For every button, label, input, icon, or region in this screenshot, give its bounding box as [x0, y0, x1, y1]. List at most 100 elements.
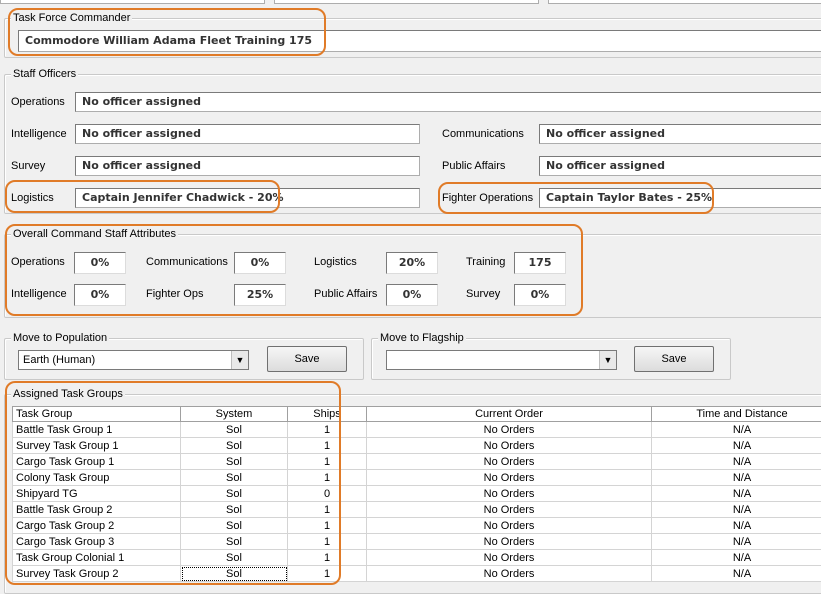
col-header-system[interactable]: System: [181, 407, 288, 422]
staff-fighter-ops-label: Fighter Operations: [442, 191, 533, 205]
attr-communications-label: Communications: [146, 255, 228, 269]
table-row[interactable]: Shipyard TGSol0No OrdersN/A: [13, 486, 821, 502]
flagship-select[interactable]: ▼: [386, 350, 617, 370]
attr-training-value: 175: [514, 252, 566, 274]
staff-communications-field[interactable]: No officer assigned: [539, 124, 821, 144]
top-partial-field-2: [274, 0, 539, 4]
cell-system: Sol: [181, 454, 288, 470]
staff-officers-title: Staff Officers: [11, 67, 78, 81]
cell-system: Sol: [181, 470, 288, 486]
staff-survey-field[interactable]: No officer assigned: [75, 156, 420, 176]
chevron-down-icon[interactable]: ▼: [599, 351, 616, 369]
cell-ships: 1: [288, 502, 367, 518]
attr-fighter-ops-label: Fighter Ops: [146, 287, 203, 301]
commander-group-title: Task Force Commander: [11, 11, 132, 25]
col-header-ships[interactable]: Ships: [288, 407, 367, 422]
task-groups-table[interactable]: Task Group System Ships Current Order Ti…: [12, 406, 821, 582]
cell-current-order: No Orders: [367, 454, 652, 470]
cell-task-group: Task Group Colonial 1: [13, 550, 181, 566]
population-select-value: Earth (Human): [23, 354, 95, 366]
table-row[interactable]: Cargo Task Group 2Sol1No OrdersN/A: [13, 518, 821, 534]
chevron-down-icon[interactable]: ▼: [231, 351, 248, 369]
attr-operations-value: 0%: [74, 252, 126, 274]
population-select[interactable]: Earth (Human) ▼: [18, 350, 249, 370]
attr-public-affairs-label: Public Affairs: [314, 287, 377, 301]
cell-time-distance: N/A: [652, 518, 821, 534]
staff-operations-label: Operations: [11, 95, 65, 109]
table-row[interactable]: Colony Task GroupSol1No OrdersN/A: [13, 470, 821, 486]
cell-ships: 1: [288, 534, 367, 550]
top-partial-field-3: [548, 0, 821, 4]
cell-system: Sol: [181, 534, 288, 550]
cell-system: Sol: [181, 566, 288, 582]
table-row[interactable]: Cargo Task Group 1Sol1No OrdersN/A: [13, 454, 821, 470]
staff-survey-label: Survey: [11, 159, 45, 173]
cell-task-group: Cargo Task Group 2: [13, 518, 181, 534]
cell-current-order: No Orders: [367, 422, 652, 438]
attr-training-label: Training: [466, 255, 505, 269]
cell-time-distance: N/A: [652, 454, 821, 470]
table-row[interactable]: Survey Task Group 1Sol1No OrdersN/A: [13, 438, 821, 454]
table-row[interactable]: Cargo Task Group 3Sol1No OrdersN/A: [13, 534, 821, 550]
move-flagship-title: Move to Flagship: [378, 331, 466, 345]
cell-task-group: Survey Task Group 1: [13, 438, 181, 454]
cell-system: Sol: [181, 502, 288, 518]
attr-logistics-label: Logistics: [314, 255, 357, 269]
cell-current-order: No Orders: [367, 534, 652, 550]
staff-intelligence-field[interactable]: No officer assigned: [75, 124, 420, 144]
cell-task-group: Battle Task Group 2: [13, 502, 181, 518]
commander-field[interactable]: Commodore William Adama Fleet Training 1…: [18, 30, 821, 52]
cell-ships: 1: [288, 438, 367, 454]
cell-time-distance: N/A: [652, 550, 821, 566]
cell-task-group: Survey Task Group 2: [13, 566, 181, 582]
col-header-time-distance[interactable]: Time and Distance: [652, 407, 821, 422]
staff-public-affairs-field[interactable]: No officer assigned: [539, 156, 821, 176]
cell-ships: 1: [288, 550, 367, 566]
col-header-task-group[interactable]: Task Group: [13, 407, 181, 422]
cell-time-distance: N/A: [652, 422, 821, 438]
cell-ships: 0: [288, 486, 367, 502]
attr-logistics-value: 20%: [386, 252, 438, 274]
cell-time-distance: N/A: [652, 438, 821, 454]
cell-ships: 1: [288, 454, 367, 470]
cell-current-order: No Orders: [367, 502, 652, 518]
attr-intelligence-value: 0%: [74, 284, 126, 306]
table-row[interactable]: Battle Task Group 1Sol1No OrdersN/A: [13, 422, 821, 438]
attr-communications-value: 0%: [234, 252, 286, 274]
table-row[interactable]: Task Group Colonial 1Sol1No OrdersN/A: [13, 550, 821, 566]
col-header-current-order[interactable]: Current Order: [367, 407, 652, 422]
table-header-row: Task Group System Ships Current Order Ti…: [13, 407, 821, 422]
population-save-button[interactable]: Save: [267, 346, 347, 372]
flagship-save-button[interactable]: Save: [634, 346, 714, 372]
cell-current-order: No Orders: [367, 438, 652, 454]
table-row[interactable]: Survey Task Group 2Sol1No OrdersN/A: [13, 566, 821, 582]
staff-fighter-ops-field[interactable]: Captain Taylor Bates - 25%: [539, 188, 821, 208]
cell-ships: 1: [288, 422, 367, 438]
cell-ships: 1: [288, 470, 367, 486]
cell-time-distance: N/A: [652, 502, 821, 518]
attr-intelligence-label: Intelligence: [11, 287, 67, 301]
cell-task-group: Cargo Task Group 1: [13, 454, 181, 470]
cell-current-order: No Orders: [367, 518, 652, 534]
staff-operations-field[interactable]: No officer assigned: [75, 92, 821, 112]
task-groups-title: Assigned Task Groups: [11, 387, 125, 401]
cell-ships: 1: [288, 518, 367, 534]
cell-time-distance: N/A: [652, 470, 821, 486]
attributes-group-title: Overall Command Staff Attributes: [11, 227, 178, 241]
cell-task-group: Colony Task Group: [13, 470, 181, 486]
table-row[interactable]: Battle Task Group 2Sol1No OrdersN/A: [13, 502, 821, 518]
attr-survey-label: Survey: [466, 287, 500, 301]
staff-logistics-field[interactable]: Captain Jennifer Chadwick - 20%: [75, 188, 420, 208]
cell-time-distance: N/A: [652, 486, 821, 502]
move-population-title: Move to Population: [11, 331, 109, 345]
cell-task-group: Shipyard TG: [13, 486, 181, 502]
cell-system: Sol: [181, 550, 288, 566]
attr-public-affairs-value: 0%: [386, 284, 438, 306]
staff-intelligence-label: Intelligence: [11, 127, 67, 141]
cell-time-distance: N/A: [652, 534, 821, 550]
cell-task-group: Battle Task Group 1: [13, 422, 181, 438]
top-partial-field-1: [0, 0, 265, 4]
attr-operations-label: Operations: [11, 255, 65, 269]
staff-logistics-label: Logistics: [11, 191, 54, 205]
cell-current-order: No Orders: [367, 566, 652, 582]
